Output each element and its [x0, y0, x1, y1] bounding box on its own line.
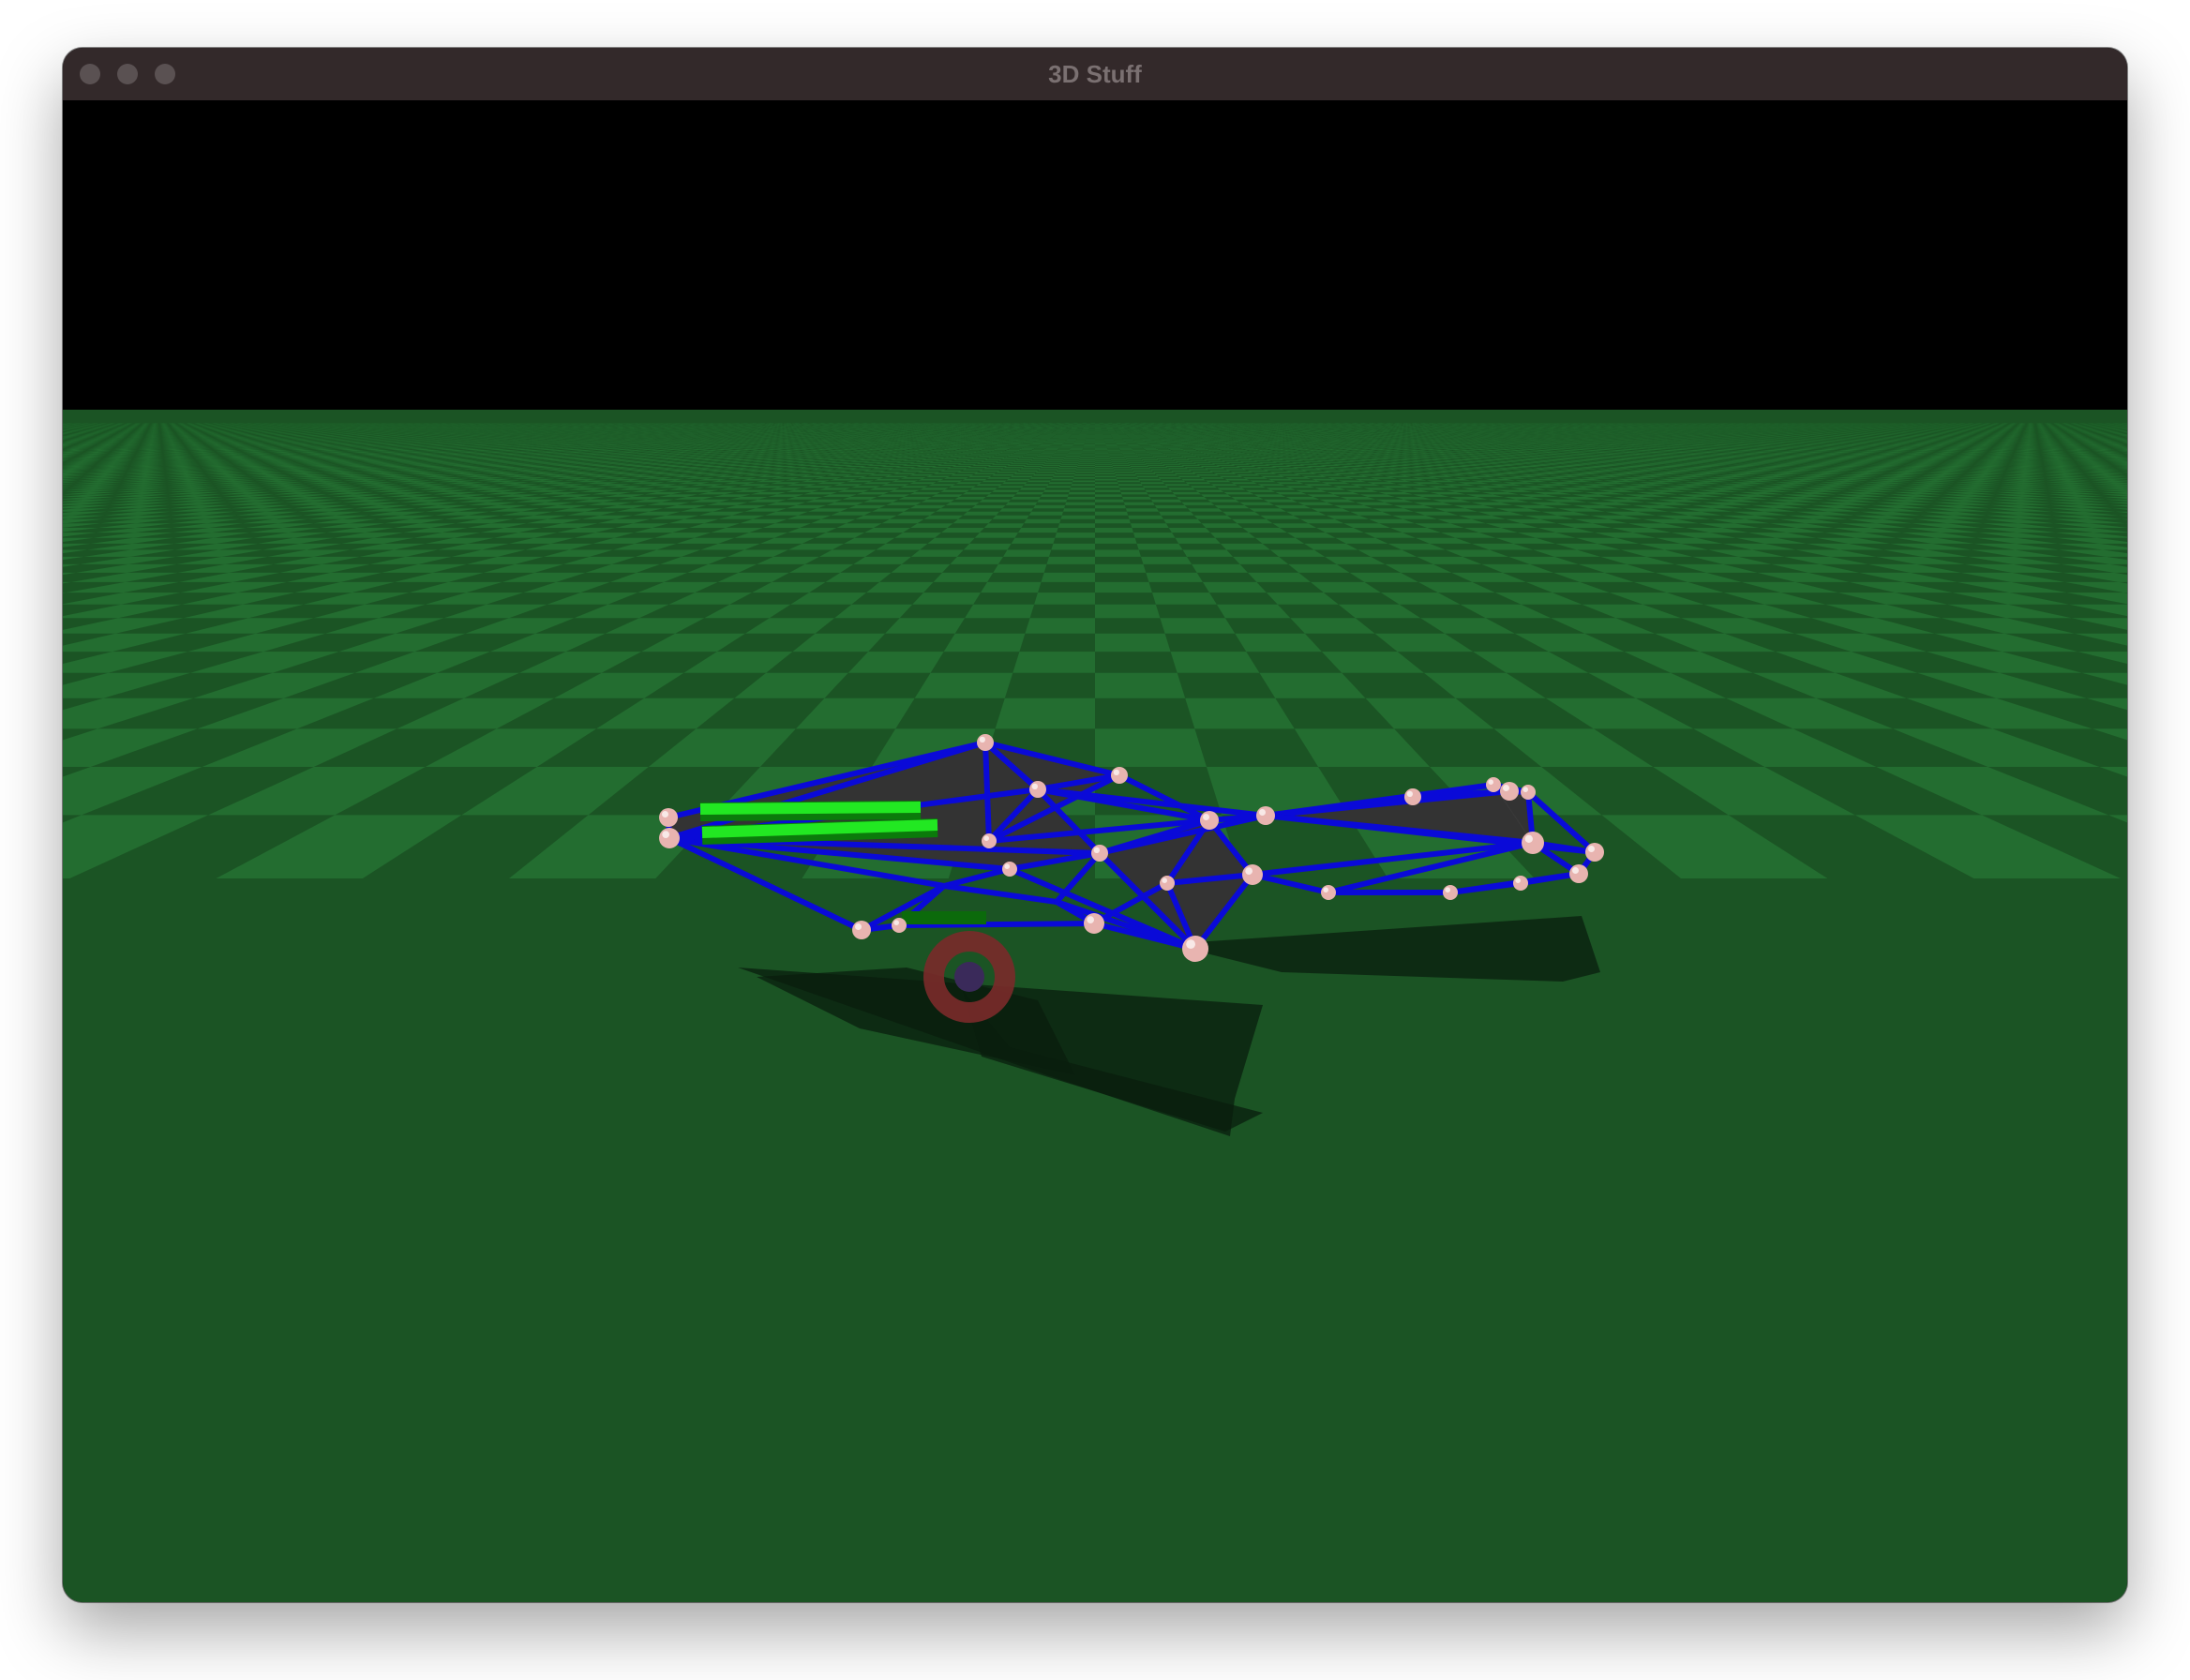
robot-joint-highlight — [1031, 783, 1038, 789]
robot-joint — [892, 918, 907, 933]
robot-joint-highlight — [1004, 863, 1010, 869]
robot-joint-highlight — [1186, 939, 1195, 949]
robot-joint-highlight — [1588, 846, 1595, 852]
robot-joint — [1585, 843, 1604, 862]
robot-joint-highlight — [662, 811, 668, 818]
robot-joint-highlight — [1572, 867, 1579, 874]
robot-joint — [1182, 936, 1208, 962]
robot-joint — [1111, 767, 1128, 784]
robot-joint — [1002, 862, 1017, 877]
window-title: 3D Stuff — [1048, 60, 1142, 88]
robot-joint — [1200, 811, 1219, 830]
robot-joint-highlight — [1522, 787, 1528, 792]
robot-joint — [659, 808, 678, 827]
title-bar[interactable]: 3D Stuff — [63, 48, 2127, 101]
robot-joint-highlight — [1406, 790, 1413, 797]
robot-joint — [1029, 781, 1046, 798]
robot-joint — [1084, 913, 1104, 934]
robot-joint — [977, 734, 994, 751]
robot-joint — [659, 828, 680, 848]
robot-joint — [1521, 785, 1536, 800]
robot-joint-highlight — [1093, 847, 1100, 853]
robot-joint-highlight — [1162, 878, 1167, 883]
robot-joint-highlight — [1503, 785, 1509, 791]
robot-wheel-hub — [954, 962, 984, 992]
robot-joint-highlight — [983, 835, 989, 841]
robot-joint — [1500, 782, 1519, 801]
robot-joint — [1256, 806, 1275, 825]
3d-viewport[interactable] — [63, 100, 2127, 1602]
robot-joint-highlight — [662, 831, 670, 839]
robot-joint — [1321, 885, 1336, 900]
robot-joint — [1569, 864, 1588, 883]
robot-joint — [1242, 864, 1263, 885]
robot-joint — [1404, 788, 1421, 805]
robot-joint-highlight — [1087, 916, 1094, 924]
robot-joint-highlight — [1445, 887, 1450, 892]
robot-joint — [1160, 876, 1175, 891]
robot-joint-highlight — [1515, 878, 1521, 883]
robot-joint — [1443, 885, 1458, 900]
app-window: 3D Stuff — [63, 48, 2127, 1602]
robot-joint-highlight — [1203, 814, 1209, 820]
sky — [63, 100, 2127, 410]
robot-joint-highlight — [1323, 887, 1328, 892]
actuator-bar — [701, 819, 938, 838]
robot-joint — [1486, 777, 1501, 792]
robot-joint-highlight — [1488, 779, 1493, 785]
3d-scene-canvas[interactable] — [63, 100, 2127, 1602]
robot-joint — [1522, 832, 1544, 854]
robot-joint-highlight — [1245, 867, 1252, 876]
robot-joint-highlight — [1113, 769, 1119, 775]
actuator-bar — [699, 802, 922, 815]
robot-joint-highlight — [1524, 834, 1534, 843]
robot-strut — [982, 740, 992, 844]
robot-joint — [982, 833, 997, 848]
robot-joint-highlight — [979, 736, 985, 742]
robot-joint — [1513, 876, 1528, 891]
robot-joint — [852, 921, 871, 939]
robot-joint-highlight — [893, 920, 899, 925]
robot-joint — [1091, 845, 1108, 862]
robot-joint-highlight — [1259, 809, 1266, 816]
robot-joint-highlight — [855, 923, 862, 930]
